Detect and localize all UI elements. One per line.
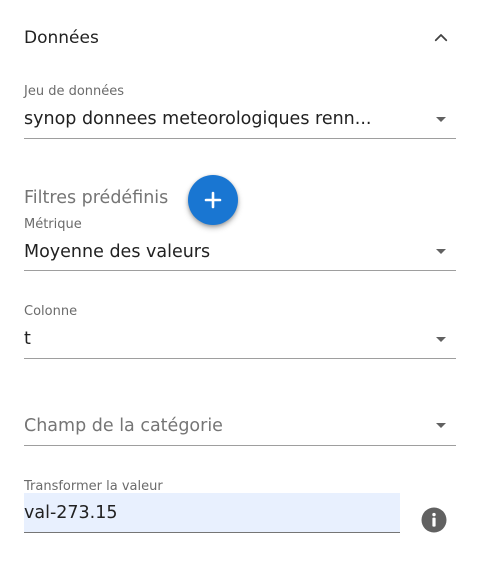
dropdown-caret-icon [436,116,446,122]
column-select[interactable]: Colonne t [24,304,456,359]
dropdown-caret-icon [436,336,446,342]
section-title: Données [24,28,99,48]
info-icon[interactable] [421,507,447,533]
category-placeholder: Champ de la catégorie [24,415,223,436]
section-header-donnees[interactable]: Données [24,24,456,52]
chevron-up-icon[interactable] [432,29,450,47]
metric-value: Moyenne des valeurs [24,241,211,262]
dataset-value: synop donnees meteorologiques renn... [24,109,372,129]
category-select-row[interactable]: Champ de la catégorie [24,406,456,446]
category-select[interactable]: Champ de la catégorie [24,406,456,446]
dataset-select[interactable]: Jeu de données synop donnees meteorologi… [24,84,456,139]
column-select-row[interactable]: t [24,320,456,359]
metric-select-row[interactable]: Moyenne des valeurs [24,233,456,271]
dropdown-caret-icon [436,249,446,254]
column-label: Colonne [24,304,78,319]
metric-select[interactable]: Métrique Moyenne des valeurs [24,217,456,271]
metric-label: Métrique [24,217,82,232]
column-value: t [24,329,31,349]
dropdown-caret-icon [436,423,446,428]
plus-icon [204,191,222,209]
dataset-select-row[interactable]: synop donnees meteorologiques renn... [24,100,456,139]
dataset-label: Jeu de données [24,84,125,99]
transform-value-input[interactable]: val-273.15 [24,493,400,533]
filters-title: Filtres prédéfinis [24,188,169,208]
transform-value: val-273.15 [24,502,118,523]
